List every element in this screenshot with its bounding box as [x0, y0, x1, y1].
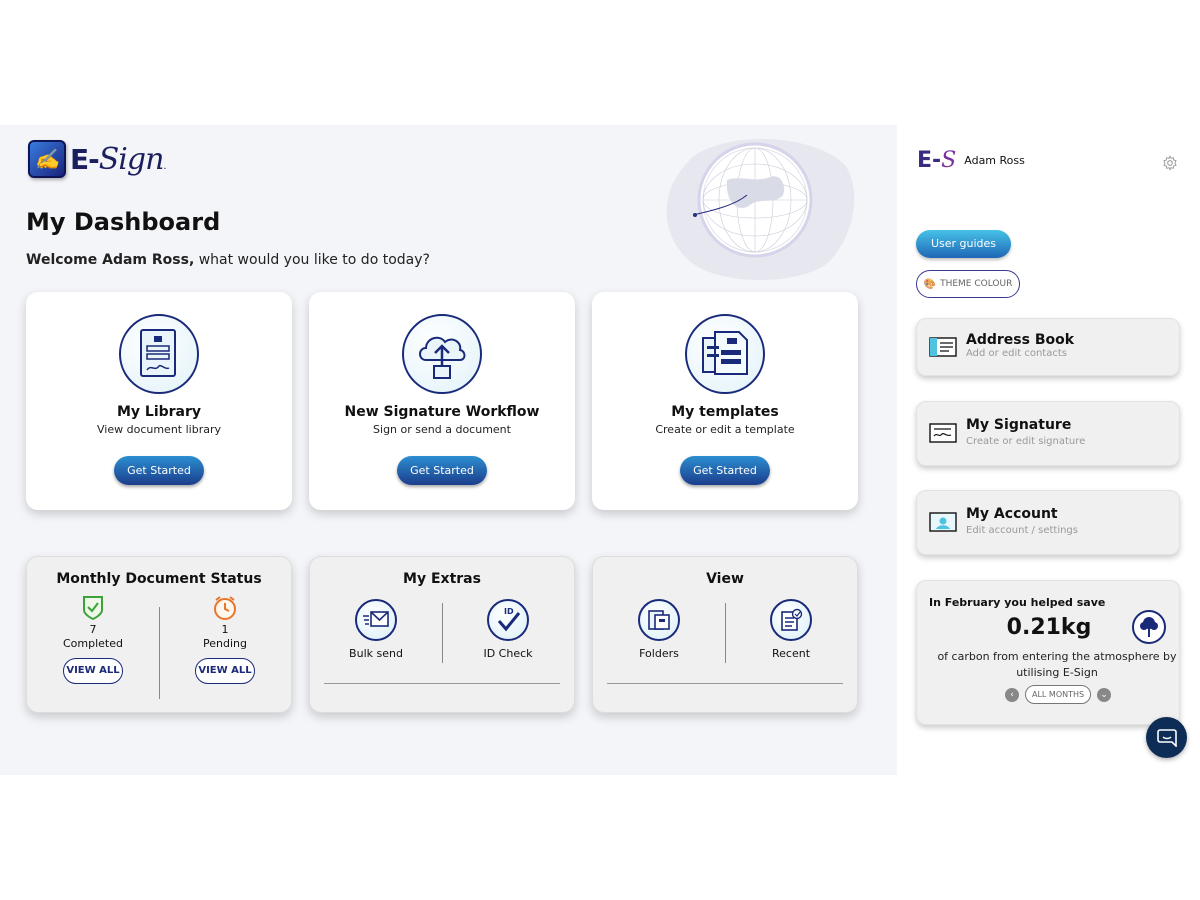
- svg-text:ID: ID: [504, 607, 514, 616]
- card-subtitle: Create or edit signature: [966, 436, 1086, 447]
- palette-icon: 🎨: [923, 278, 937, 290]
- view-all-completed-button[interactable]: VIEW ALL: [63, 658, 123, 684]
- my-signature-card[interactable]: My Signature Create or edit signature: [916, 401, 1180, 466]
- get-started-button[interactable]: Get Started: [114, 456, 204, 485]
- month-filter: ‹ ALL MONTHS ⌄: [1005, 685, 1112, 704]
- chevron-left-icon[interactable]: ‹: [1005, 687, 1019, 702]
- address-book-card[interactable]: Address Book Add or edit contacts: [916, 318, 1180, 376]
- monthly-status-card: Monthly Document Status 7 Completed VIEW…: [26, 556, 292, 713]
- card-title: New Signature Workflow: [344, 404, 540, 420]
- page-title: My Dashboard: [26, 208, 221, 236]
- item-label: ID Check: [483, 647, 533, 660]
- welcome-message: Welcome Adam Ross, what would you like t…: [26, 252, 430, 268]
- theme-colour-button[interactable]: 🎨 THEME COLOUR: [916, 270, 1020, 298]
- address-book-icon: [929, 337, 957, 357]
- pending-clock-icon: [214, 596, 236, 620]
- recent-icon: [770, 599, 812, 641]
- chevron-down-icon[interactable]: ⌄: [1097, 687, 1112, 702]
- templates-icon: [685, 314, 765, 394]
- divider: [324, 683, 560, 684]
- pending-count: 1: [221, 623, 229, 636]
- brand-wordmark: E-Sign.: [70, 141, 167, 177]
- library-icon: [119, 314, 199, 394]
- folders-item[interactable]: Folders: [604, 599, 714, 660]
- bulk-send-icon: [355, 599, 397, 641]
- cloud-upload-icon: [402, 314, 482, 394]
- item-label: Folders: [639, 647, 679, 660]
- theme-colour-label: THEME COLOUR: [940, 279, 1013, 289]
- user-guides-button[interactable]: User guides: [916, 230, 1011, 258]
- card-title: Address Book: [966, 332, 1075, 348]
- recent-item[interactable]: Recent: [736, 599, 846, 660]
- my-library-card[interactable]: My Library View document library Get Sta…: [26, 292, 292, 510]
- completed-label: Completed: [63, 637, 123, 650]
- view-card: View Folders Recent: [592, 556, 858, 713]
- completed-column: 7 Completed VIEW ALL: [38, 595, 148, 684]
- card-subtitle: Add or edit contacts: [966, 348, 1067, 359]
- id-check-item[interactable]: ID ID Check: [453, 599, 563, 660]
- pending-label: Pending: [203, 637, 247, 650]
- gear-icon[interactable]: [1162, 155, 1178, 171]
- carbon-savings-card: In February you helped save 0.21kg of ca…: [916, 580, 1180, 725]
- get-started-button[interactable]: Get Started: [397, 456, 487, 485]
- item-label: Recent: [771, 647, 811, 660]
- chat-icon: [1156, 728, 1177, 747]
- my-account-card[interactable]: My Account Edit account / settings: [916, 490, 1180, 555]
- carbon-heading: In February you helped save: [929, 596, 1106, 609]
- app-root: ✍ E-Sign. My Dashboard Welcome Adam Ross…: [0, 0, 1200, 900]
- card-title: My Library: [116, 404, 202, 420]
- user-header[interactable]: E-S Adam Ross: [917, 148, 1025, 173]
- divider: [725, 603, 726, 663]
- card-title: View: [706, 571, 744, 587]
- completed-count: 7: [89, 623, 97, 636]
- view-all-pending-button[interactable]: VIEW ALL: [195, 658, 255, 684]
- card-title: Monthly Document Status: [56, 571, 262, 587]
- divider: [442, 603, 443, 663]
- card-subtitle: Edit account / settings: [966, 525, 1078, 536]
- pending-column: 1 Pending VIEW ALL: [170, 595, 280, 684]
- account-icon: [929, 512, 957, 532]
- divider: [159, 607, 160, 699]
- my-extras-card: My Extras Bulk send ID ID Check: [309, 556, 575, 713]
- card-title: My Signature: [966, 417, 1072, 433]
- bulk-send-item[interactable]: Bulk send: [321, 599, 431, 660]
- divider: [607, 683, 843, 684]
- signature-icon: [929, 423, 957, 443]
- tree-icon: [1132, 610, 1166, 644]
- brand-logo[interactable]: ✍ E-Sign.: [28, 140, 167, 178]
- get-started-button[interactable]: Get Started: [680, 456, 770, 485]
- carbon-description: of carbon from entering the atmosphere b…: [937, 650, 1177, 679]
- card-title: My Extras: [403, 571, 481, 587]
- my-templates-card[interactable]: My templates Create or edit a template G…: [592, 292, 858, 510]
- item-label: Bulk send: [349, 647, 403, 660]
- card-subtitle: Create or edit a template: [655, 423, 795, 436]
- chat-launcher-button[interactable]: [1146, 717, 1187, 758]
- all-months-select[interactable]: ALL MONTHS: [1025, 685, 1092, 704]
- card-subtitle: View document library: [97, 423, 221, 436]
- new-signature-workflow-card[interactable]: New Signature Workflow Sign or send a do…: [309, 292, 575, 510]
- globe-illustration: [655, 135, 855, 285]
- card-subtitle: Sign or send a document: [373, 423, 511, 436]
- completed-shield-icon: [83, 596, 103, 621]
- folders-icon: [638, 599, 680, 641]
- short-logo: E-S: [917, 148, 957, 173]
- logo-mark-icon: ✍: [28, 140, 66, 178]
- id-check-icon: ID: [487, 599, 529, 641]
- card-title: My Account: [966, 506, 1058, 522]
- user-name: Adam Ross: [964, 154, 1025, 167]
- card-title: My templates: [671, 404, 779, 420]
